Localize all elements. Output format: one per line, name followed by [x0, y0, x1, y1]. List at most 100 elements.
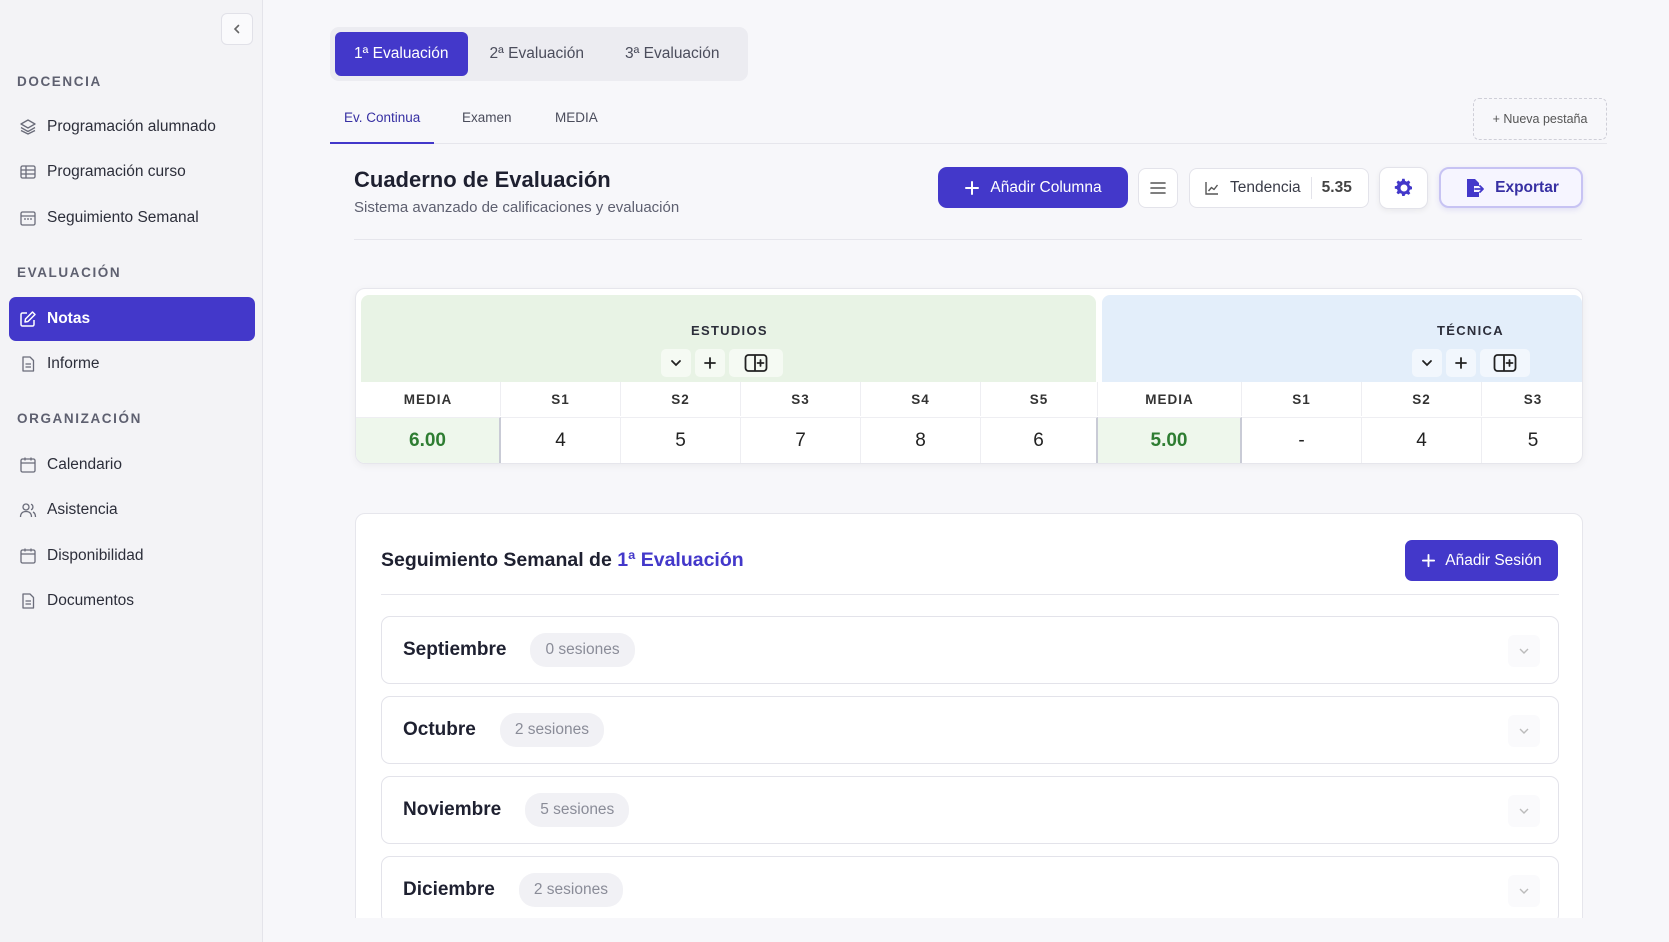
- collapse-group-button[interactable]: [1412, 349, 1442, 377]
- column-header-s2[interactable]: S2: [1362, 382, 1482, 416]
- tab-3-evaluacion[interactable]: 3ª Evaluación: [606, 32, 739, 76]
- grade-cell[interactable]: 4: [1362, 417, 1482, 463]
- column-header-s5[interactable]: S5: [981, 382, 1098, 416]
- weekly-title: Seguimiento Semanal de 1ª Evaluación: [381, 549, 744, 572]
- sidebar-item-informe[interactable]: Informe: [9, 342, 255, 386]
- section-title-docencia: DOCENCIA: [17, 74, 102, 89]
- column-header-s3[interactable]: S3: [741, 382, 861, 416]
- chevron-left-icon: [233, 24, 240, 34]
- file-export-icon: [1467, 178, 1485, 197]
- sidebar-item-programacion-alumnado[interactable]: Programación alumnado: [9, 105, 255, 149]
- add-subcolumn-button[interactable]: [1446, 349, 1476, 377]
- group-name: ESTUDIOS: [691, 323, 768, 338]
- month-name: Noviembre: [403, 799, 502, 820]
- layers-icon: [19, 118, 37, 136]
- weekly-title-prefix: Seguimiento Semanal de: [381, 549, 618, 571]
- grade-cell[interactable]: 5: [621, 417, 741, 463]
- group-header-estudios: ESTUDIOS: [361, 295, 1096, 382]
- new-tab-button[interactable]: + Nueva pestaña: [1473, 98, 1607, 140]
- column-header-s3[interactable]: S3: [1482, 382, 1582, 416]
- subtab-ev-continua[interactable]: Ev. Continua: [330, 110, 435, 144]
- sidebar-item-documentos[interactable]: Documentos: [9, 579, 255, 623]
- grade-cell[interactable]: 7: [741, 417, 861, 463]
- grades-table: ESTUDIOS TÉCNICA MEDIA S1 S2 S3 S4 S5 ME…: [355, 288, 1583, 464]
- column-header-media[interactable]: MEDIA: [356, 382, 501, 416]
- add-column-label: Añadir Columna: [990, 178, 1102, 196]
- grade-cell[interactable]: -: [1242, 417, 1362, 463]
- add-column-button[interactable]: Añadir Columna: [938, 167, 1128, 208]
- session-count-badge: 5 sesiones: [525, 793, 630, 827]
- add-column-to-group-button[interactable]: [729, 349, 783, 377]
- month-name: Octubre: [403, 719, 476, 740]
- grade-cell[interactable]: 8: [861, 417, 981, 463]
- sidebar-item-label: Documentos: [47, 592, 135, 609]
- users-icon: [19, 501, 37, 519]
- sidebar-item-asistencia[interactable]: Asistencia: [9, 488, 255, 532]
- column-header-s1[interactable]: S1: [501, 382, 621, 416]
- chevron-down-icon[interactable]: [1508, 635, 1540, 667]
- section-title-evaluacion: EVALUACIÓN: [17, 265, 122, 280]
- calendar-week-icon: [19, 209, 37, 227]
- tab-2-evaluacion[interactable]: 2ª Evaluación: [471, 32, 604, 76]
- grade-cell[interactable]: 5: [1482, 417, 1582, 463]
- grade-cell-media: 6.00: [356, 417, 501, 463]
- weekly-title-accent: 1ª Evaluación: [617, 549, 744, 571]
- edit-icon: [19, 310, 37, 328]
- menu-button[interactable]: [1138, 168, 1178, 208]
- subtab-examen[interactable]: Examen: [448, 110, 526, 144]
- tab-1-evaluacion[interactable]: 1ª Evaluación: [335, 32, 468, 76]
- export-button[interactable]: Exportar: [1439, 167, 1583, 208]
- column-header-s1[interactable]: S1: [1242, 382, 1362, 416]
- sidebar-item-label: Informe: [47, 355, 100, 372]
- chevron-down-icon[interactable]: [1508, 875, 1540, 907]
- sidebar-item-label: Asistencia: [47, 501, 118, 518]
- sidebar-item-programacion-curso[interactable]: Programación curso: [9, 150, 255, 194]
- sidebar-item-seguimiento-semanal[interactable]: Seguimiento Semanal: [9, 196, 255, 240]
- chevron-down-icon[interactable]: [1508, 795, 1540, 827]
- gear-icon: [1394, 178, 1412, 196]
- grade-cell[interactable]: 4: [501, 417, 621, 463]
- page-title: Cuaderno de Evaluación: [354, 167, 611, 192]
- collapse-sidebar-button[interactable]: [221, 13, 253, 45]
- sidebar: DOCENCIA Programación alumnado Programac…: [0, 0, 263, 942]
- sidebar-item-label: Seguimiento Semanal: [47, 209, 199, 226]
- group-header-tecnica: TÉCNICA: [1102, 295, 1582, 382]
- calendar-icon: [19, 547, 37, 565]
- month-row-septiembre[interactable]: Septiembre 0 sesiones: [381, 616, 1559, 684]
- header-divider: [354, 239, 1582, 240]
- plus-icon: [1422, 553, 1436, 568]
- sidebar-item-calendario[interactable]: Calendario: [9, 443, 255, 487]
- column-header-media[interactable]: MEDIA: [1098, 382, 1242, 416]
- chevron-down-icon: [1422, 360, 1432, 367]
- session-count-badge: 2 sesiones: [499, 713, 604, 747]
- sidebar-item-notas[interactable]: Notas: [9, 297, 255, 341]
- sidebar-item-label: Notas: [47, 310, 91, 327]
- sidebar-item-disponibilidad[interactable]: Disponibilidad: [9, 534, 255, 578]
- column-header-s4[interactable]: S4: [861, 382, 981, 416]
- page-subtitle: Sistema avanzado de calificaciones y eva…: [354, 199, 680, 216]
- menu-icon: [1150, 182, 1166, 194]
- chevron-down-icon[interactable]: [1508, 715, 1540, 747]
- column-add-icon: [744, 354, 768, 372]
- sidebar-item-label: Calendario: [47, 456, 122, 473]
- grade-cell[interactable]: 6: [981, 417, 1098, 463]
- sidebar-item-label: Programación alumnado: [47, 118, 216, 135]
- add-subcolumn-button[interactable]: [695, 349, 725, 377]
- month-row-octubre[interactable]: Octubre 2 sesiones: [381, 696, 1559, 764]
- session-count-badge: 0 sesiones: [530, 633, 635, 667]
- subtab-media[interactable]: MEDIA: [541, 110, 612, 144]
- trend-chart-icon: [1205, 182, 1219, 195]
- add-session-button[interactable]: Añadir Sesión: [1405, 540, 1558, 581]
- section-title-organizacion: ORGANIZACIÓN: [17, 411, 142, 426]
- month-row-noviembre[interactable]: Noviembre 5 sesiones: [381, 776, 1559, 844]
- grade-cell-media: 5.00: [1098, 417, 1242, 463]
- add-column-to-group-button[interactable]: [1480, 349, 1530, 377]
- settings-button[interactable]: [1379, 167, 1428, 209]
- month-row-diciembre[interactable]: Diciembre 2 sesiones: [381, 856, 1559, 924]
- bottom-overflow-mask: [264, 918, 1669, 942]
- column-header-s2[interactable]: S2: [621, 382, 741, 416]
- month-name: Diciembre: [403, 879, 495, 900]
- collapse-group-button[interactable]: [661, 349, 691, 377]
- evaluation-tabs: 1ª Evaluación 2ª Evaluación 3ª Evaluació…: [330, 27, 748, 81]
- table-icon: [19, 163, 37, 181]
